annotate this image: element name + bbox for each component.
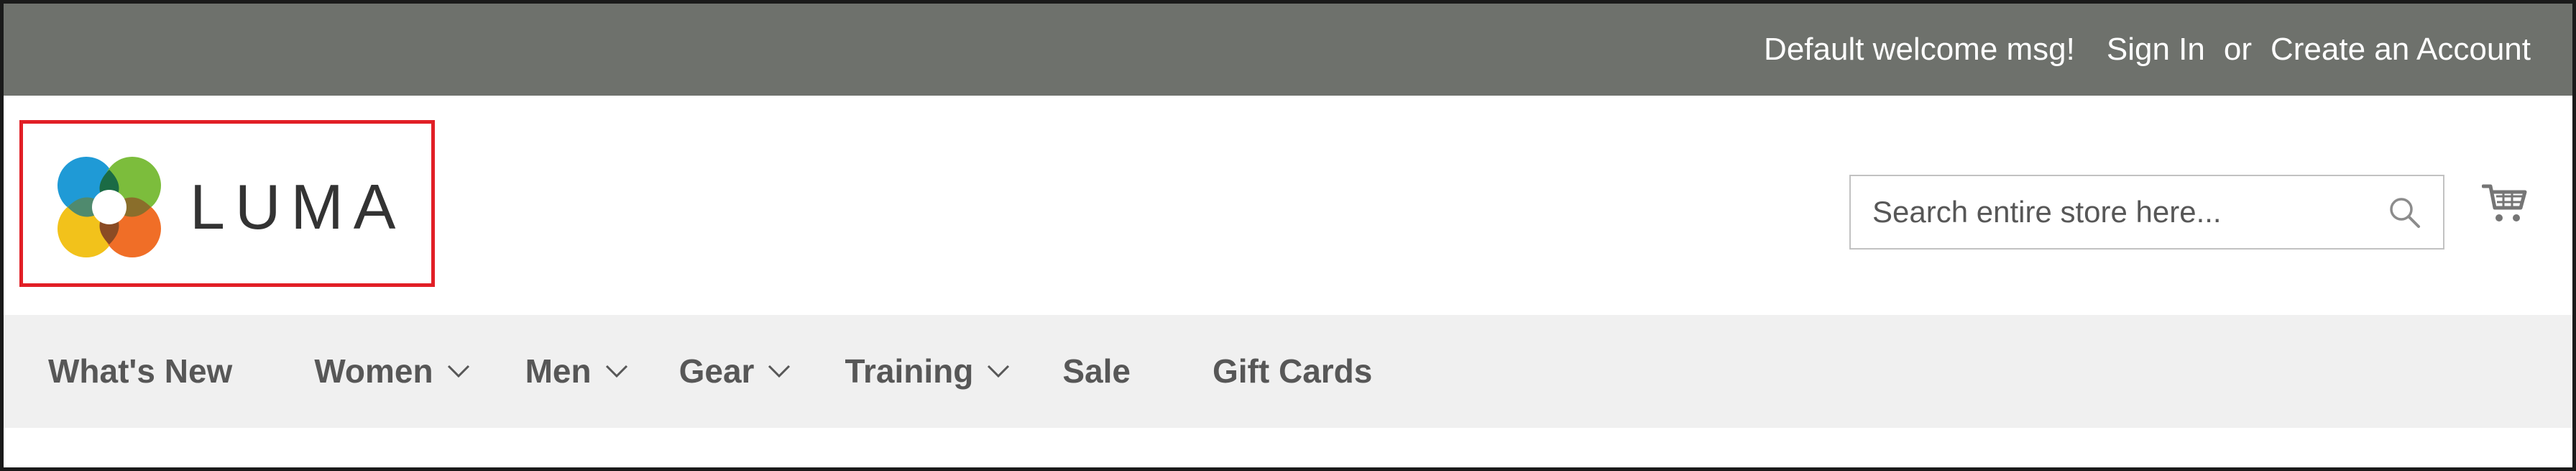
top-bar-links: Default welcome msg! Sign In or Create a… — [1764, 29, 2531, 70]
nav-item-label: Men — [525, 352, 592, 390]
nav-item-sale[interactable]: Sale — [1062, 351, 1131, 391]
nav-item-label: Women — [314, 352, 433, 390]
nav-item-training[interactable]: Training — [845, 351, 1011, 391]
chevron-down-icon — [768, 365, 791, 378]
sign-in-link[interactable]: Sign In — [2107, 29, 2205, 70]
page-frame: Default welcome msg! Sign In or Create a… — [0, 0, 2576, 471]
nav-item-label: Gift Cards — [1213, 352, 1373, 390]
chevron-down-icon — [605, 365, 627, 378]
top-bar: Default welcome msg! Sign In or Create a… — [4, 4, 2572, 96]
chevron-down-icon — [447, 365, 469, 378]
nav-item-men[interactable]: Men — [525, 351, 629, 391]
nav-item-women[interactable]: Women — [314, 351, 470, 391]
luma-logo-icon — [58, 157, 161, 257]
search-input[interactable] — [1851, 176, 2354, 248]
nav-item-label: Sale — [1062, 352, 1131, 390]
nav-item-whats-new[interactable]: What's New — [48, 351, 232, 391]
nav-item-gift-cards[interactable]: Gift Cards — [1213, 351, 1372, 391]
or-separator: or — [2223, 32, 2252, 67]
search-icon[interactable] — [2387, 195, 2423, 231]
search-box[interactable] — [1849, 175, 2444, 250]
nav-item-gear[interactable]: Gear — [679, 351, 792, 391]
logo-text: LUMA — [190, 171, 406, 242]
chevron-down-icon — [988, 365, 1010, 378]
nav-item-label: Training — [845, 352, 974, 390]
nav-item-label: Gear — [678, 352, 755, 390]
nav-item-label: What's New — [48, 352, 233, 390]
logo-link[interactable]: LUMA — [19, 120, 435, 287]
page-header: LUMA — [4, 96, 2572, 315]
welcome-message: Default welcome msg! — [1764, 32, 2075, 67]
main-navigation: What's New Women Men Gear Training Sale — [4, 315, 2572, 428]
cart-icon[interactable] — [2482, 180, 2528, 227]
create-account-link[interactable]: Create an Account — [2271, 29, 2531, 70]
nav-items: What's New Women Men Gear Training Sale — [48, 351, 1372, 391]
